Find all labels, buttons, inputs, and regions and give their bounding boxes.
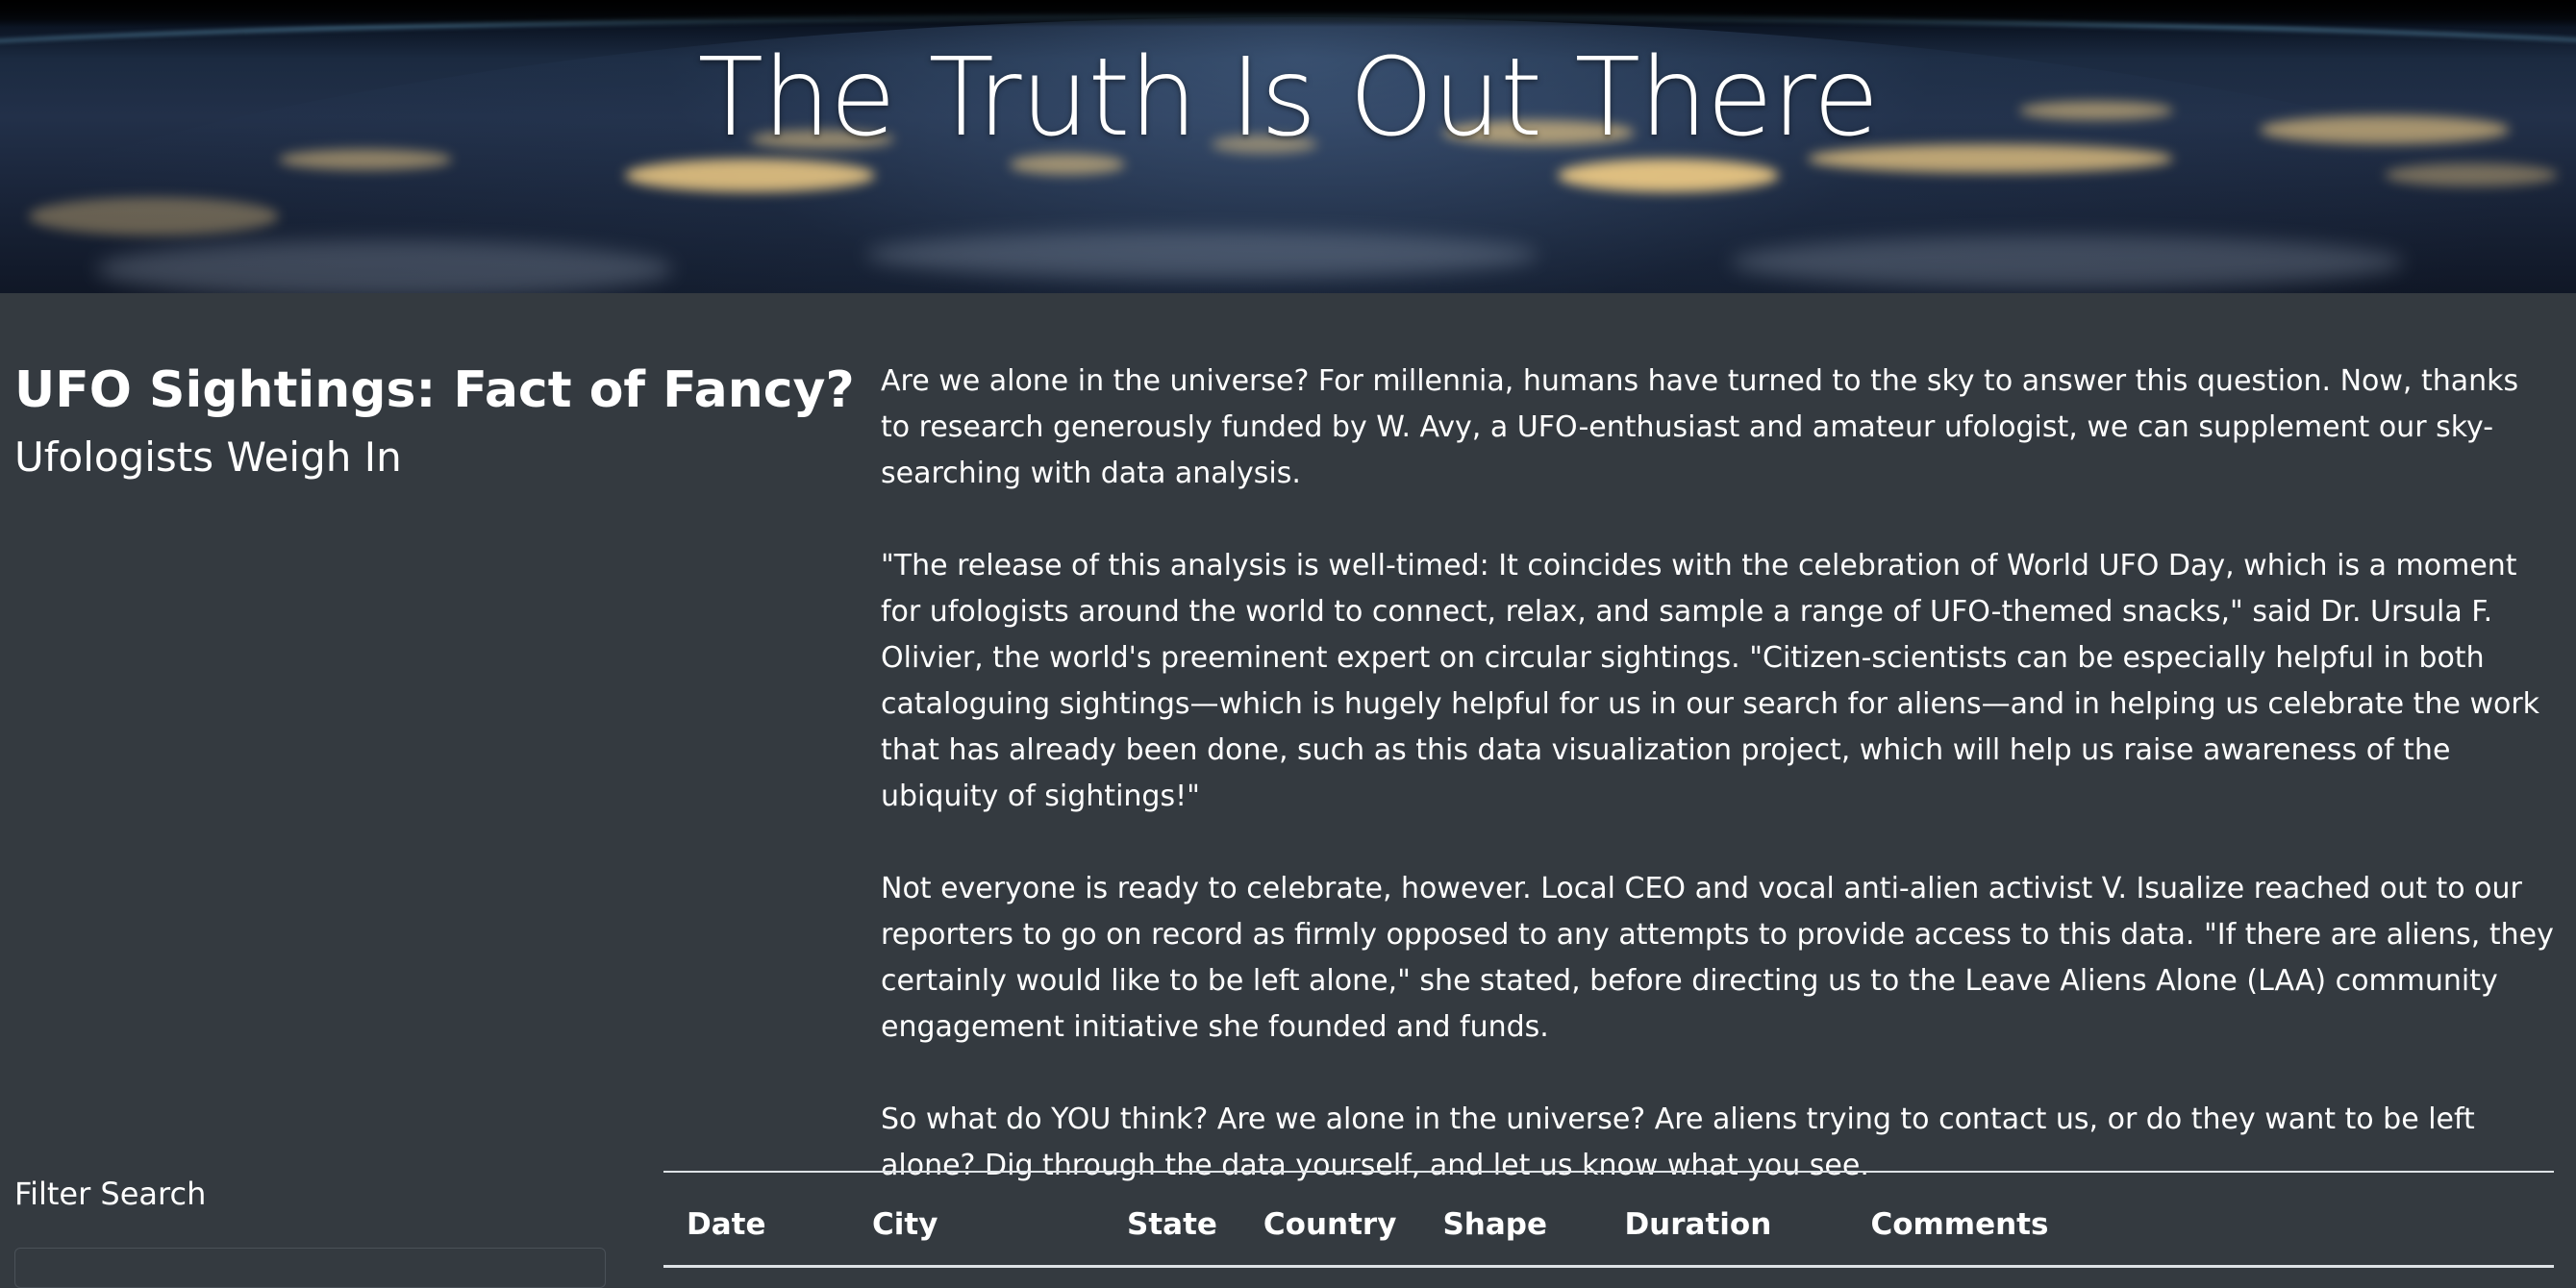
city-lights xyxy=(2385,163,2558,186)
filter-search-label: Filter Search xyxy=(14,1176,207,1212)
page-subtitle: Ufologists Weigh In xyxy=(14,433,402,481)
article-body: Are we alone in the universe? For millen… xyxy=(881,359,2554,1235)
column-header-state: State xyxy=(1104,1173,1240,1268)
column-header-date: Date xyxy=(663,1173,849,1268)
city-lights xyxy=(29,197,279,235)
article-paragraph: "The release of this analysis is well-ti… xyxy=(881,549,2540,813)
article-paragraph: Not everyone is ready to celebrate, howe… xyxy=(881,872,2554,1044)
cloud-cover xyxy=(1731,235,2404,288)
ufo-sightings-table: Date City State Country Shape Duration C… xyxy=(663,1173,2554,1268)
column-header-city: City xyxy=(849,1173,1104,1268)
hero-banner: The Truth Is Out There xyxy=(0,0,2576,293)
cloud-cover xyxy=(865,231,1538,279)
column-header-country: Country xyxy=(1239,1173,1420,1268)
ufo-table-container: Date City State Country Shape Duration C… xyxy=(663,1171,2554,1268)
filter-input-box[interactable] xyxy=(14,1248,606,1288)
column-header-duration: Duration xyxy=(1601,1173,1848,1268)
hero-title: The Truth Is Out There xyxy=(697,36,1880,161)
table-header-row: Date City State Country Shape Duration C… xyxy=(663,1173,2554,1268)
space-background xyxy=(0,0,2576,27)
column-header-comments: Comments xyxy=(1847,1173,2554,1268)
cloud-cover xyxy=(96,240,673,293)
table-header: Date City State Country Shape Duration C… xyxy=(663,1173,2554,1268)
article-paragraph: Are we alone in the universe? For millen… xyxy=(881,364,2519,490)
page-title: UFO Sightings: Fact of Fancy? xyxy=(14,361,855,419)
column-header-shape: Shape xyxy=(1419,1173,1602,1268)
